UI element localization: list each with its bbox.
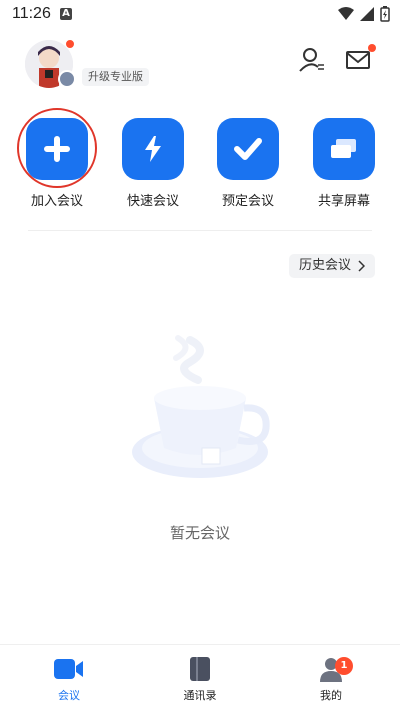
share-tile — [313, 118, 375, 180]
status-icons — [338, 6, 390, 22]
upgrade-pro-button[interactable]: 升级专业版 — [82, 68, 149, 86]
schedule-meeting-label: 预定会议 — [221, 194, 274, 209]
history-label: 历史会议 — [298, 258, 351, 273]
address-book-icon — [190, 657, 210, 681]
video-camera-icon — [54, 659, 83, 679]
wifi-icon — [338, 7, 354, 20]
notification-badge: 1 — [335, 657, 353, 675]
empty-coffee-cup-illustration — [132, 335, 270, 478]
share-screen-icon — [331, 139, 356, 158]
quick-tile — [122, 118, 184, 180]
quick-meeting-button[interactable]: 快速会议 — [113, 118, 193, 209]
chevron-right-icon — [358, 260, 365, 272]
contact-switch-icon[interactable] — [298, 46, 326, 74]
tab-meetings[interactable]: 会议 — [19, 655, 119, 703]
tab-profile[interactable]: 我的 1 — [281, 655, 381, 703]
status-bar: 11:26 A — [0, 0, 400, 28]
mail-notification-dot — [368, 44, 376, 52]
share-screen-button[interactable]: 共享屏幕 — [304, 118, 384, 209]
join-meeting-label: 加入会议 — [30, 194, 83, 209]
tab-profile-label: 我的 — [320, 689, 342, 702]
quick-meeting-label: 快速会议 — [126, 194, 179, 209]
schedule-meeting-button[interactable]: 预定会议 — [208, 118, 288, 209]
status-time: 11:26 — [12, 5, 51, 22]
battery-icon — [380, 6, 390, 22]
tab-contacts-label: 通讯录 — [183, 689, 217, 702]
empty-state-text: 暂无会议 — [169, 524, 230, 542]
check-icon — [234, 138, 262, 160]
avatar-notification-dot — [65, 39, 75, 49]
schedule-tile — [217, 118, 279, 180]
history-meetings-button[interactable]: 历史会议 — [288, 254, 375, 278]
tab-meetings-label: 会议 — [58, 689, 80, 702]
header: 升级专业版 — [0, 28, 400, 98]
bottom-tab-bar: 会议 通讯录 我的 1 — [0, 644, 400, 711]
avatar-status-badge — [58, 70, 76, 88]
share-screen-label: 共享屏幕 — [317, 194, 370, 209]
highlight-circle — [17, 108, 97, 188]
lightning-icon — [145, 136, 161, 162]
tab-contacts[interactable]: 通讯录 — [150, 655, 250, 703]
notification-a-icon: A — [60, 8, 72, 20]
signal-icon — [360, 7, 374, 21]
divider — [28, 230, 372, 231]
